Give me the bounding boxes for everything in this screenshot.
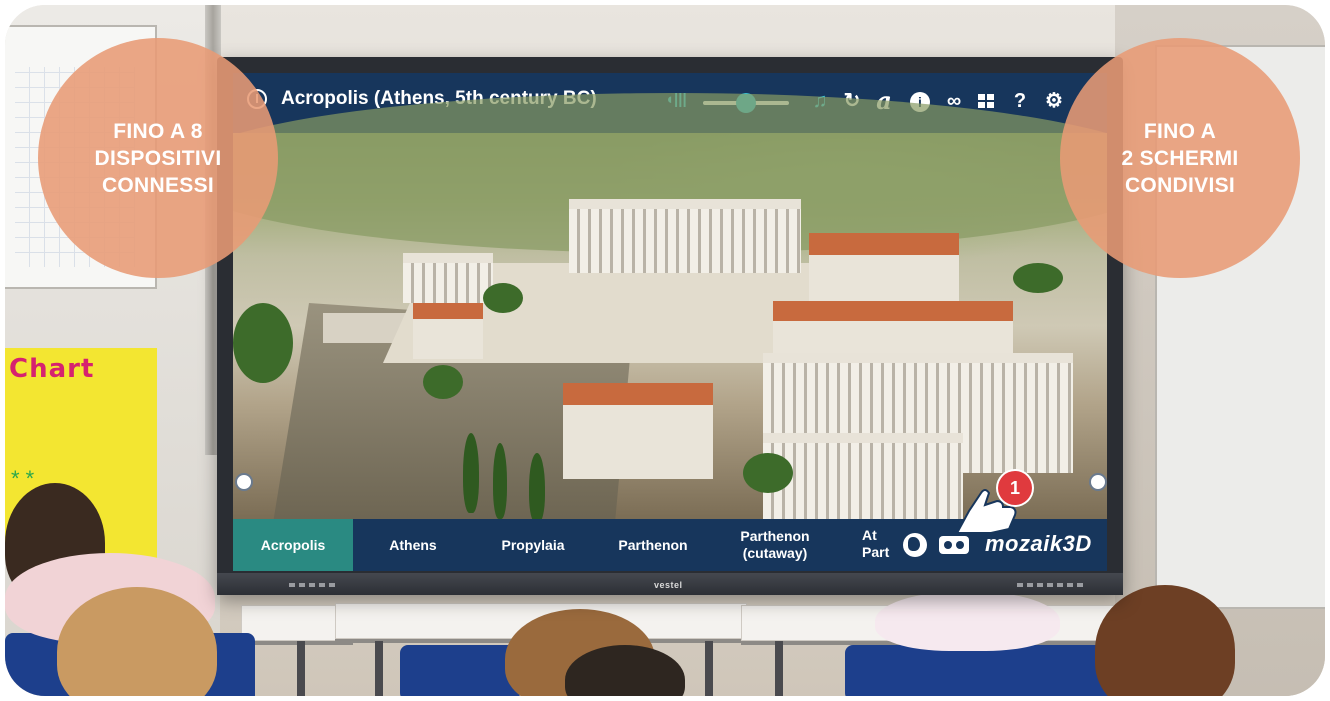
desk-leg [375,641,383,696]
tree [743,453,793,493]
display-bezel: vestel [217,573,1123,595]
tab-parthenon-cutaway[interactable]: Parthenon (cutaway) [713,519,837,571]
tree [423,365,463,399]
promo-right-line1: FINO A [1143,119,1217,143]
promo-left-line1: FINO A 8 [113,119,203,143]
chart-poster-label: Chart [9,354,95,384]
promo-right-line3: CONDIVISI [1124,173,1236,197]
building [563,405,713,479]
pupil-right-shirt [875,591,1060,651]
grid-icon-glyph [978,94,994,108]
shrine [403,253,493,303]
building [809,255,959,301]
roof [563,383,713,405]
bezel-buttons-right [1017,583,1087,587]
settings-icon[interactable]: ⚙ [1041,87,1067,115]
tab-partial-line1: At [862,527,877,543]
building [773,321,1013,357]
tab-parthenon-cutaway-line2: (cutaway) [742,545,808,561]
roof [413,303,483,319]
building [413,319,483,359]
desk-leg [705,641,713,696]
scene-nav-right[interactable] [1089,473,1107,491]
promo-right-line2: 2 SCHERMI [1121,146,1239,170]
vr-headset-icon[interactable] [939,536,969,554]
desk-leg [775,641,783,696]
tab-partial-line2: Part [862,544,890,560]
chair [400,645,520,696]
tree [483,283,523,313]
3d-scene-viewport[interactable] [233,93,1107,529]
promo-left-line3: CONNESSI [101,173,215,197]
promo-left-line2: DISPOSITIVI [94,146,222,170]
promo-bubble-screens: FINO A 2 SCHERMI CONDIVISI [1060,38,1300,278]
notification-badge: 1 [998,471,1032,505]
tab-parthenon[interactable]: Parthenon [593,519,713,571]
cypress-tree [529,453,545,523]
roof [809,233,959,255]
propylaia [763,433,963,529]
display-brand-logo: vestel [654,580,683,590]
tab-propylaia[interactable]: Propylaia [473,519,593,571]
tree [233,303,293,383]
tab-partial[interactable]: At Part [862,527,892,565]
roof [773,301,1013,321]
poster-stars: * * [11,466,35,491]
promo-bubble-devices: FINO A 8 DISPOSITIVI CONNESSI [38,38,278,278]
cypress-tree [493,443,507,519]
scene-nav-left[interactable] [235,473,253,491]
tab-acropolis[interactable]: Acropolis [233,519,353,571]
globe-icon[interactable] [903,533,927,557]
help-icon[interactable]: ? [1007,87,1033,115]
chair [845,645,1125,696]
tab-athens[interactable]: Athens [353,519,473,571]
temple-erechtheion [569,199,801,273]
desk-leg [297,641,305,696]
cypress-tree [463,433,479,513]
tree [1013,263,1063,293]
classroom-photo: Chart * * Acropolis (Athens, 5th century… [5,5,1325,696]
bezel-buttons-left [289,583,339,587]
tab-parthenon-cutaway-line1: Parthenon [740,528,810,544]
